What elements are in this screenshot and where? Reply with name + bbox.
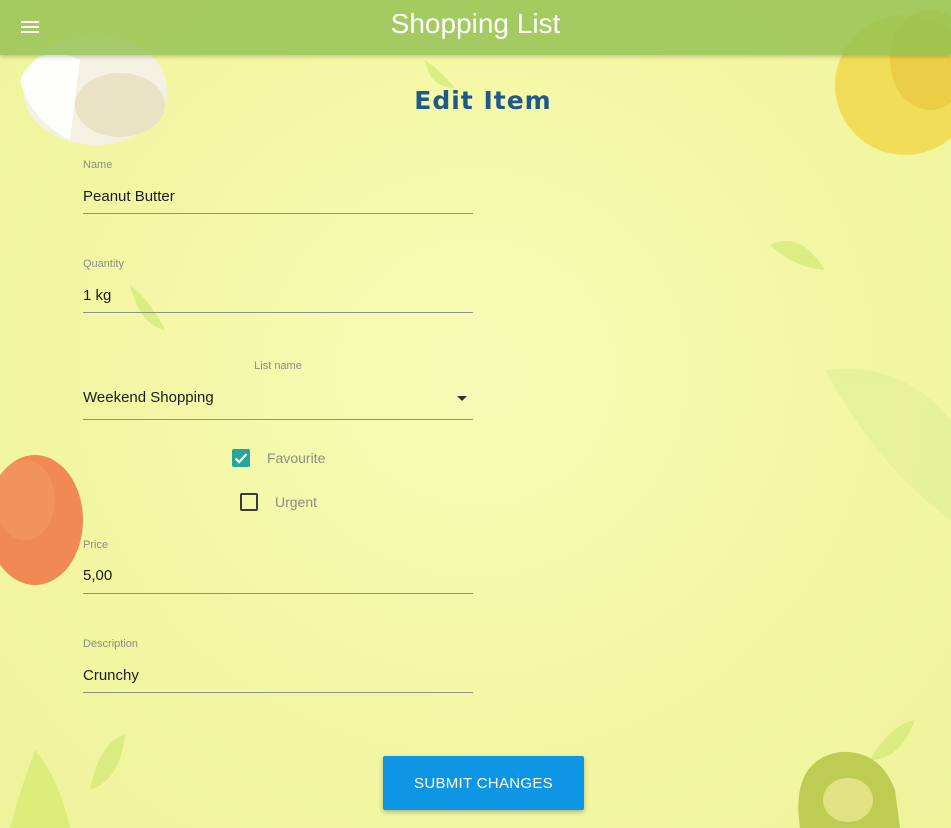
name-field: Name — [83, 159, 473, 214]
description-field: Description — [83, 638, 473, 693]
quantity-field: Quantity — [83, 258, 473, 313]
app-title: Shopping List — [390, 8, 561, 39]
urgent-label: Urgent — [275, 494, 318, 510]
favourite-label: Favourite — [267, 450, 326, 466]
urgent-checkbox[interactable]: Urgent — [240, 493, 317, 511]
tomato-illustration — [0, 455, 83, 585]
app-bar: Shopping List — [0, 0, 951, 55]
quantity-label: Quantity — [83, 258, 124, 270]
price-input[interactable] — [83, 558, 473, 594]
dropdown-arrow-icon — [457, 396, 467, 401]
checkbox-unchecked-icon[interactable] — [240, 493, 258, 511]
list-name-select[interactable]: Weekend Shopping — [83, 384, 473, 420]
checkmark-icon — [234, 453, 248, 464]
favourite-checkbox[interactable]: Favourite — [232, 449, 325, 467]
description-input[interactable] — [83, 658, 473, 693]
price-field: Price — [83, 539, 473, 594]
name-label: Name — [83, 159, 113, 171]
list-name-field: List name Weekend Shopping — [83, 360, 473, 420]
list-name-value: Weekend Shopping — [83, 389, 214, 406]
price-label: Price — [83, 539, 109, 551]
list-name-label: List name — [254, 360, 302, 372]
page-title: Edit Item — [414, 86, 552, 115]
checkbox-checked-icon[interactable] — [232, 449, 250, 467]
submit-changes-button[interactable]: SUBMIT CHANGES — [383, 756, 584, 810]
name-input[interactable] — [83, 179, 473, 214]
pear-illustration — [798, 751, 900, 828]
description-label: Description — [83, 638, 139, 650]
quantity-input[interactable] — [83, 278, 473, 313]
